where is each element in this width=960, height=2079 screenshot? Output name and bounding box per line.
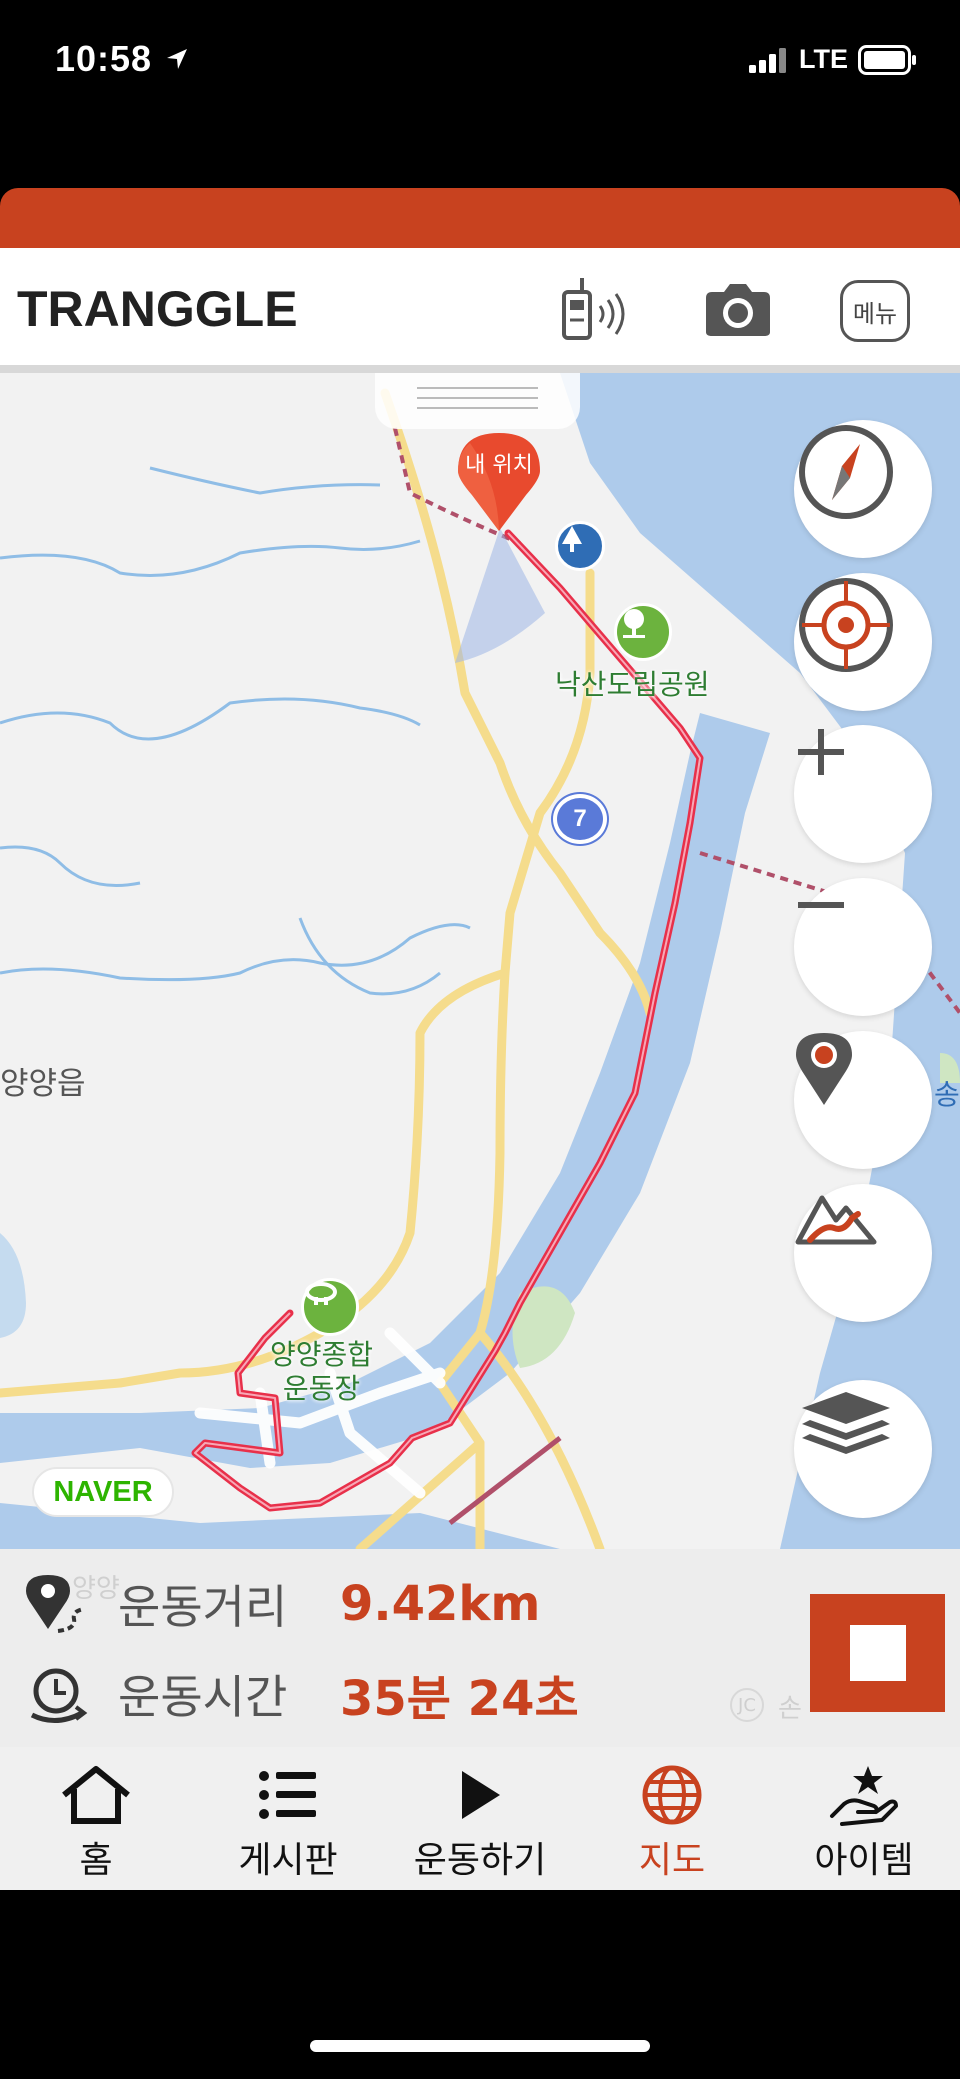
elevation-button[interactable] (794, 1184, 932, 1322)
tab-board-label: 게시판 (238, 1840, 338, 1881)
layers-icon (802, 1392, 890, 1454)
stadium-label-line2: 운동장 (282, 1372, 361, 1405)
globe-icon (642, 1765, 702, 1825)
naver-attribution: NAVER (32, 1467, 174, 1517)
time-label: 운동시간 (118, 1670, 288, 1724)
time-value: 35분 24초 (340, 1671, 579, 1727)
map-drag-handle[interactable] (375, 373, 580, 429)
network-type: LTE (799, 44, 848, 74)
camera-button[interactable] (700, 276, 776, 344)
mountain-trail-icon (795, 1195, 877, 1245)
status-time-text: 10:58 (55, 38, 153, 79)
stadium-label-line1: 양양종합 (270, 1338, 374, 1371)
tab-map-label: 지도 (638, 1840, 706, 1881)
time-row: 운동시간 35분 24초 (24, 1659, 579, 1729)
location-arrow-icon (167, 49, 188, 69)
camera-icon (706, 284, 770, 336)
poi-marker-button[interactable] (794, 1031, 932, 1169)
park-label: 낙산도립공원 (555, 668, 710, 701)
home-icon (62, 1766, 130, 1824)
menu-button[interactable]: 메뉴 (840, 280, 910, 342)
map-view[interactable]: 내 위치 낙산도립공원 7 양양읍 송 양양종합 운동장 NAVER (0, 373, 960, 1549)
tab-home[interactable]: 홈 (0, 1747, 192, 1890)
app-header: TRANGGLE 메뉴 (0, 248, 960, 373)
list-icon (259, 1771, 316, 1819)
map-pin-icon (796, 1033, 852, 1105)
map-layers-button[interactable] (794, 1380, 932, 1518)
header-accent-band (0, 188, 960, 248)
menu-label: 메뉴 (852, 299, 898, 328)
tab-exercise-label: 운동하기 (413, 1840, 547, 1881)
home-indicator[interactable] (310, 2040, 650, 2052)
tab-board[interactable]: 게시판 (192, 1747, 384, 1890)
stadium-icon (305, 1282, 337, 1305)
zoom-out-button[interactable] (794, 878, 932, 1016)
bottom-tab-bar: 홈 게시판 운동하기 지도 아이템 (0, 1747, 960, 1890)
tab-items-label: 아이템 (814, 1840, 914, 1881)
stopwatch-icon (30, 1668, 88, 1723)
distance-value: 9.42km (340, 1576, 541, 1632)
route-7-shield: 7 (553, 794, 607, 844)
forest-poi[interactable] (555, 521, 605, 571)
my-location-marker[interactable]: 내 위치 (458, 433, 540, 533)
stadium-label: 양양종합 운동장 (270, 1338, 373, 1406)
crosshair-icon (799, 578, 893, 672)
faded-jc-marker: JC (730, 1688, 764, 1722)
plus-icon (798, 729, 844, 775)
locate-target-button[interactable] (794, 573, 932, 711)
compass-icon (799, 425, 893, 519)
park-tree-icon (623, 609, 645, 638)
my-location-label: 내 위치 (465, 453, 533, 478)
tab-exercise[interactable]: 운동하기 (384, 1747, 576, 1890)
status-indicators: LTE (749, 44, 918, 75)
distance-label: 운동거리 (118, 1580, 288, 1634)
tree-icon (562, 526, 582, 552)
play-icon (462, 1771, 500, 1819)
status-time: 10:58 (55, 38, 191, 80)
tab-items[interactable]: 아이템 (768, 1747, 960, 1890)
signal-icon (749, 47, 786, 73)
east-edge-label: 송 (934, 1078, 960, 1111)
walkie-talkie-icon (562, 278, 625, 340)
tab-home-label: 홈 (79, 1840, 113, 1881)
stop-icon (849, 1625, 906, 1681)
compass-button[interactable] (794, 420, 932, 558)
stadium-poi[interactable] (301, 1278, 359, 1336)
battery-icon (858, 44, 916, 75)
tab-map[interactable]: 지도 (576, 1747, 768, 1890)
town-label: 양양읍 (0, 1066, 86, 1102)
park-poi[interactable] (614, 603, 672, 661)
walkie-talkie-button[interactable] (560, 276, 640, 344)
minus-icon (798, 902, 844, 908)
faded-map-label-right: 손 (778, 1694, 802, 1724)
hand-star-icon (830, 1766, 898, 1826)
faded-map-label-left: 양양 (72, 1574, 120, 1604)
zoom-in-button[interactable] (794, 725, 932, 863)
brand-logo: TRANGGLE (17, 281, 298, 337)
stop-workout-button[interactable] (810, 1594, 945, 1712)
